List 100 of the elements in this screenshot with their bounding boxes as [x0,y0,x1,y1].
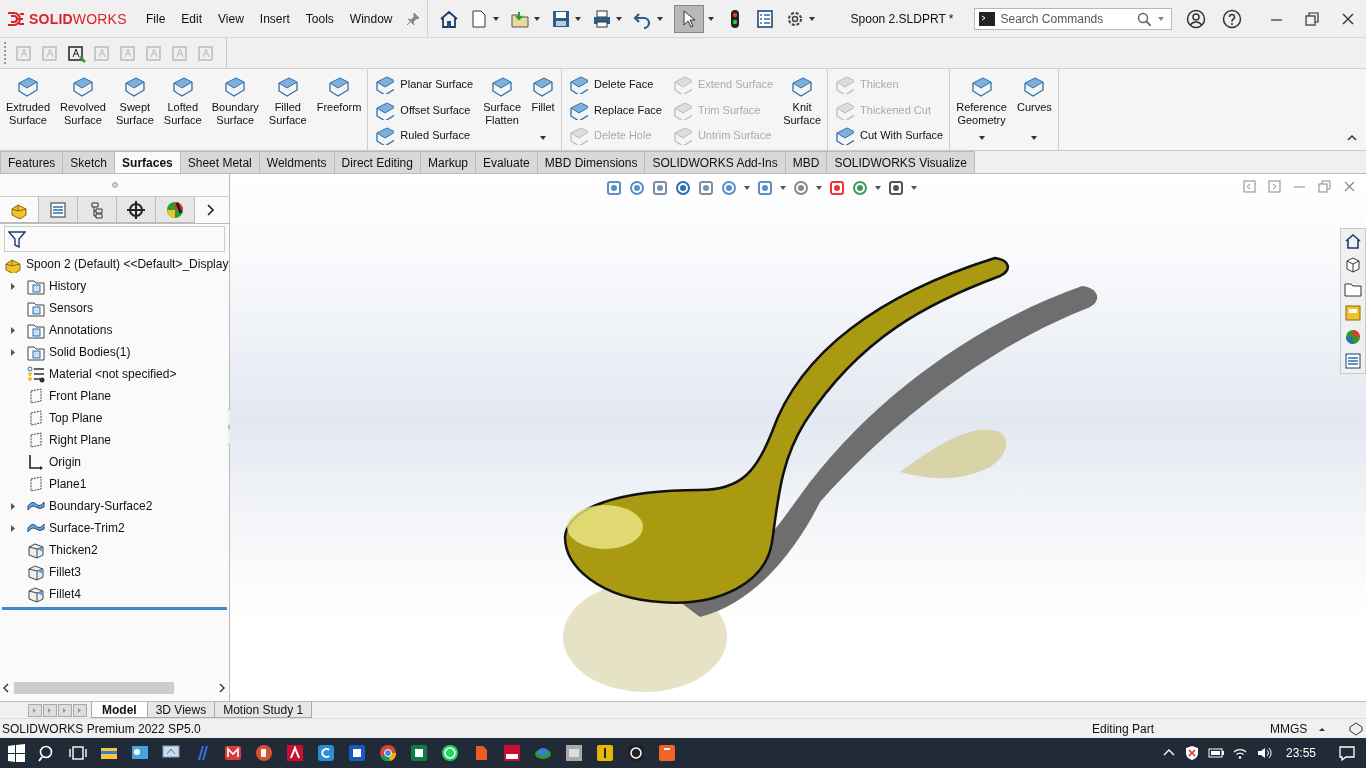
ribbon-tab[interactable]: Evaluate [475,151,538,174]
ribbon-button[interactable]: Surface Flatten [479,75,526,127]
ribbon-tab[interactable]: Surfaces [114,151,181,174]
help-icon[interactable] [1221,8,1242,29]
caret-icon[interactable] [655,14,664,23]
tile-right-icon[interactable] [1268,180,1281,194]
ribbon-button[interactable]: Delete Face [568,71,662,96]
caret-icon[interactable] [614,14,623,23]
tree-item[interactable]: Thicken2 [49,543,98,558]
caret-icon[interactable] [706,14,715,23]
tile-left-icon[interactable] [1243,180,1256,194]
model-tab[interactable]: 3D Views [146,702,216,718]
units-selector[interactable]: MMGS [1270,721,1312,736]
pin-icon[interactable] [404,10,421,27]
ribbon-button[interactable]: Lofted Surface [159,75,206,127]
expand-arrow-icon[interactable] [9,523,17,533]
ribbon-button[interactable]: Knit Surface [779,75,826,127]
ribbon-tab[interactable]: SOLIDWORKS Add-Ins [644,151,786,174]
expand-arrow-icon[interactable] [9,501,17,511]
ribbon-tab[interactable]: Markup [420,151,476,174]
ribbon-tab[interactable]: Direct Editing [333,151,421,174]
ribbon-button[interactable]: Revolved Surface [56,75,110,127]
tree-item[interactable]: Plane1 [49,477,87,492]
list-icon[interactable] [754,8,775,29]
home-icon[interactable] [1344,232,1362,251]
model-tab[interactable]: Model [91,702,148,718]
scroll-right-icon[interactable] [217,682,227,694]
ribbon-tab[interactable]: Sheet Metal [179,151,260,174]
search-field[interactable]: Search Commands [1000,11,1131,26]
bar-app-icon[interactable] [594,743,615,763]
tree-item[interactable]: History [49,279,87,294]
spreadsheet-app-icon[interactable] [408,743,429,763]
start-icon[interactable] [6,744,25,762]
ribbon-button[interactable]: Filled Surface [264,75,311,127]
tab-square-app-icon[interactable] [656,743,677,763]
menu-item[interactable]: View [210,7,252,30]
notification-icon[interactable] [1338,744,1356,762]
camera-app-icon[interactable] [625,743,646,763]
ribbon-button[interactable]: Extruded Surface [2,75,55,127]
caret-icon[interactable] [807,14,816,23]
framed-square-app-icon[interactable] [563,743,584,763]
ribbon-button[interactable]: Offset Surface [374,97,474,122]
ribbon-tab[interactable]: SOLIDWORKS Visualize [826,151,975,174]
folder-icon[interactable] [1344,280,1362,299]
menu-item[interactable]: Insert [251,7,298,30]
ribbon-tab[interactable]: Features [0,151,64,174]
ribbon-button[interactable]: Ruled Surface [374,123,474,148]
ribbon-button[interactable]: Reference Geometry [952,75,1011,127]
ribbon-button[interactable]: Swept Surface [111,75,158,127]
ribbon-button[interactable]: Planar Surface [374,71,474,96]
volume-icon[interactable] [1255,745,1272,761]
tree-item[interactable]: Origin [49,455,81,470]
tree-root-item[interactable]: Spoon 2 (Default) <<Default>_Display [26,257,229,272]
triangle-app-icon[interactable] [284,743,305,763]
tree-item[interactable]: Top Plane [49,411,103,426]
browser-icon[interactable] [377,743,398,763]
tree-item[interactable]: Fillet3 [49,565,81,580]
ribbon-button[interactable]: Replace Face [568,97,662,122]
expand-arrow-icon[interactable] [9,347,17,357]
tree-item[interactable]: Front Plane [49,389,112,404]
tree-item[interactable]: Solid Bodies(1) [49,345,131,360]
restore-icon[interactable] [1305,11,1319,26]
tree-item[interactable]: Surface-Trim2 [49,521,125,536]
ribbon-tab[interactable]: MBD Dimensions [536,151,646,174]
ribbon-tab[interactable]: Weldments [258,151,335,174]
user-icon[interactable] [1185,8,1206,29]
ribbon-button[interactable]: Freeform [312,75,366,114]
m-logo-app-icon[interactable] [222,743,243,763]
solidworks-app-icon[interactable] [501,743,522,763]
ribbon-tab[interactable]: Sketch [62,151,116,174]
battery-icon[interactable] [1207,745,1224,761]
panel-tab[interactable] [117,197,156,224]
save-icon[interactable] [550,8,571,29]
model-tab[interactable]: Motion Study 1 [214,702,313,718]
expand-arrow-icon[interactable] [9,281,17,291]
menu-item[interactable]: Window [341,7,401,30]
splitter-handle-icon[interactable] [111,182,118,189]
tree-item[interactable]: Annotations [49,323,113,338]
custom-properties-icon[interactable] [1344,352,1362,371]
filter-field[interactable] [4,226,225,253]
part-library-icon[interactable] [1344,256,1362,275]
tree-item[interactable]: Boundary-Surface2 [49,499,153,514]
task-view-icon[interactable] [68,744,87,762]
annotation-tool-icon[interactable] [66,43,86,63]
tree-item[interactable]: Sensors [49,301,94,316]
search-field[interactable]: Search Commands [973,7,1172,30]
chat-app-icon[interactable] [439,743,460,763]
scrollbar-thumb[interactable] [14,682,174,694]
caret-icon[interactable] [532,14,541,23]
menu-item[interactable]: Tools [297,7,342,30]
clock[interactable]: 23:55 [1285,746,1316,760]
ribbon-tab[interactable]: MBD [784,151,828,174]
presentation-app-icon[interactable] [253,743,274,763]
shield-icon[interactable] [1183,745,1200,761]
print-icon[interactable] [591,8,612,29]
ribbon-button[interactable]: Curves [1012,75,1056,114]
tree-item[interactable]: Material <not specified> [49,367,177,382]
tree-item[interactable]: Right Plane [49,433,112,448]
menu-item[interactable]: File [138,7,174,30]
panel-tab[interactable] [156,197,195,224]
